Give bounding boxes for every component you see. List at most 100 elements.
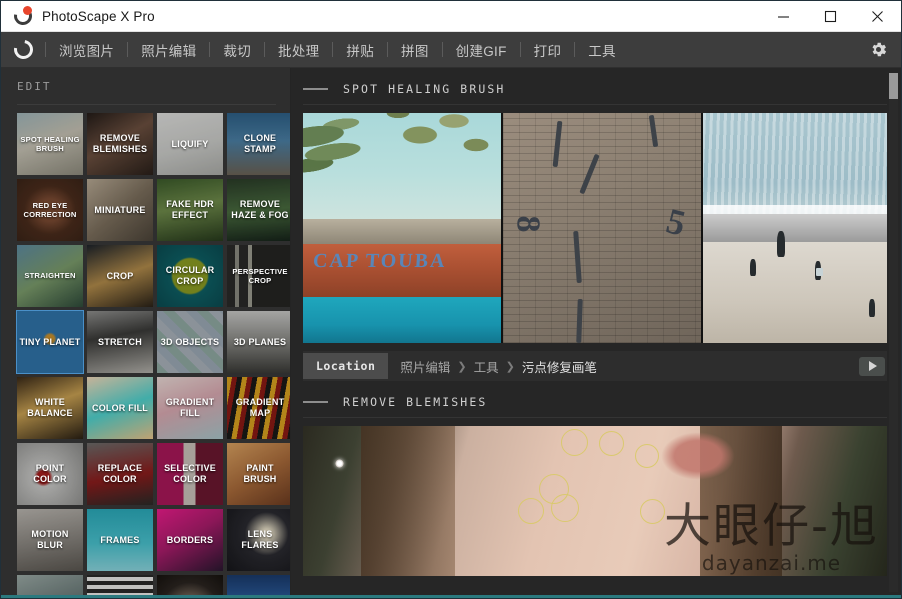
tool-tile-liquify[interactable]: LIQUIFY — [157, 113, 223, 175]
tool-tile-motion-blur[interactable]: MOTION BLUR — [17, 509, 83, 571]
blemish-marker — [635, 444, 659, 468]
tool-tile-tiny-planet[interactable]: TINY PLANET — [16, 310, 84, 374]
section-header-spot-healing: SPOT HEALING BRUSH — [291, 68, 901, 104]
tile-label: MINIATURE — [94, 204, 146, 215]
tool-tile-3d-objects[interactable]: 3D OBJECTS — [157, 311, 223, 373]
photo-remove-blemishes[interactable]: 大眼仔-旭 dayanzai.me — [303, 426, 887, 576]
tool-tile-color-fill[interactable]: COLOR FILL — [87, 377, 153, 439]
tile-label: MOTION BLUR — [31, 529, 69, 550]
sidebar-header: EDIT — [1, 68, 290, 101]
tool-tile-point-color[interactable]: POINT COLOR — [17, 443, 83, 505]
main-content-panel: SPOT HEALING BRUSH CAP TOUBA 8 5 Locatio… — [291, 68, 901, 595]
photo-wall-text: CAP TOUBA — [312, 250, 448, 273]
lens-logo-icon[interactable] — [10, 36, 37, 63]
tile-overlay — [227, 575, 290, 595]
tool-tile-paint-brush[interactable]: PAINT BRUSH — [227, 443, 290, 505]
tool-tile-miniature[interactable]: MINIATURE — [87, 179, 153, 241]
tile-label: CIRCULAR CROP — [165, 265, 215, 286]
blemish-marker — [551, 494, 579, 522]
tool-tile-clone-stamp[interactable]: CLONE STAMP — [227, 113, 290, 175]
tool-tile-fake-hdr-effect[interactable]: FAKE HDR EFFECT — [157, 179, 223, 241]
close-icon[interactable] — [854, 1, 901, 32]
tool-tile-spot-healing-brush[interactable]: SPOT HEALING BRUSH — [17, 113, 83, 175]
tile-label: FAKE HDR EFFECT — [166, 199, 214, 220]
minimize-icon[interactable] — [760, 1, 807, 32]
menu-item-print[interactable]: 打印 — [523, 36, 573, 64]
tile-label: STRAIGHTEN — [24, 271, 76, 281]
tile-label: PERSPECTIVE CROP — [232, 266, 288, 286]
menu-divider — [574, 42, 576, 57]
tile-label: POINT COLOR — [33, 463, 67, 484]
tool-tile-crop[interactable]: CROP — [87, 245, 153, 307]
menu-divider — [332, 42, 334, 57]
menu-item-editor[interactable]: 照片编辑 — [130, 36, 207, 64]
tool-tile-scatter[interactable]: SCATTER — [157, 575, 223, 595]
tile-overlay — [157, 575, 223, 595]
tile-label: CLONE STAMP — [243, 133, 277, 154]
maximize-icon[interactable] — [807, 1, 854, 32]
tile-label: STRETCH — [98, 336, 142, 347]
tool-tile-frames[interactable]: FRAMES — [87, 509, 153, 571]
menu-item-batch[interactable]: 批处理 — [267, 36, 330, 64]
tool-tile-gradient-fill[interactable]: GRADIENT FILL — [157, 377, 223, 439]
tool-tile-mosaic[interactable]: MOSAIC — [17, 575, 83, 595]
photo-beach[interactable] — [703, 113, 887, 343]
status-edge — [1, 595, 901, 598]
gear-icon[interactable] — [869, 40, 888, 59]
tile-label: REMOVE HAZE & FOG — [231, 199, 289, 220]
menu-item-tools[interactable]: 工具 — [577, 36, 627, 64]
section-divider — [303, 104, 887, 105]
tool-tile-draw[interactable]: DRAW — [87, 575, 153, 595]
tile-label: SPOT HEALING BRUSH — [20, 134, 80, 154]
tool-tile-remove-blemishes[interactable]: REMOVE BLEMISHES — [87, 113, 153, 175]
tile-label: LENS FLARES — [241, 529, 279, 550]
tile-label: 3D PLANES — [233, 336, 287, 347]
main-scrollbar[interactable] — [889, 73, 898, 592]
tool-tile-object-mask[interactable]: OBJECT MASK — [227, 575, 290, 595]
tool-tile-selective-color[interactable]: SELECTIVE COLOR — [157, 443, 223, 505]
play-icon[interactable] — [859, 356, 885, 376]
photo-pool-cap-touba[interactable]: CAP TOUBA — [303, 113, 501, 343]
camera-lens-icon — [10, 3, 36, 29]
tool-tile-perspective-crop[interactable]: PERSPECTIVE CROP — [227, 245, 290, 307]
menu-item-create-gif[interactable]: 创建GIF — [445, 36, 518, 64]
photo-brick-clock[interactable]: 8 5 — [503, 113, 701, 343]
window-title: PhotoScape X Pro — [42, 8, 155, 24]
menu-item-browse[interactable]: 浏览图片 — [48, 36, 125, 64]
tool-tile-grid: SPOT HEALING BRUSH REMOVE BLEMISHES LIQUIF… — [1, 105, 290, 595]
section-title: SPOT HEALING BRUSH — [343, 82, 506, 96]
menu-item-combine[interactable]: 拼图 — [390, 36, 440, 64]
sidebar-title: EDIT — [17, 80, 52, 93]
menu-divider — [45, 42, 46, 57]
tile-label: LIQUIFY — [171, 138, 209, 149]
window-controls — [760, 1, 901, 32]
tool-tile-3d-planes[interactable]: 3D PLANES — [227, 311, 290, 373]
tool-tile-borders[interactable]: BORDERS — [157, 509, 223, 571]
menu-item-collage[interactable]: 拼贴 — [335, 36, 385, 64]
section-dash — [303, 88, 328, 90]
menu-divider — [441, 42, 443, 57]
tile-label: CROP — [106, 270, 134, 281]
menu-item-cut[interactable]: 裁切 — [212, 36, 262, 64]
breadcrumb-item-current: 污点修复画笔 — [521, 360, 597, 375]
tool-tile-straighten[interactable]: STRAIGHTEN — [17, 245, 83, 307]
photo-row-spot-healing: CAP TOUBA 8 5 — [303, 113, 887, 343]
clock-number-8: 8 — [509, 215, 547, 233]
tool-tile-stretch[interactable]: STRETCH — [87, 311, 153, 373]
tool-tile-replace-color[interactable]: REPLACE COLOR — [87, 443, 153, 505]
blemish-marker — [599, 431, 624, 456]
breadcrumb-separator: ❯ — [457, 360, 467, 373]
tool-tile-white-balance[interactable]: WHITE BALANCE — [17, 377, 83, 439]
breadcrumb-item-1[interactable]: 照片编辑 — [400, 357, 450, 376]
section-title: REMOVE BLEMISHES — [343, 395, 488, 409]
main-scrollbar-thumb[interactable] — [889, 73, 898, 99]
tile-overlay — [87, 575, 153, 595]
tile-label: SELECTIVE COLOR — [164, 463, 216, 484]
tile-label: BORDERS — [166, 534, 214, 545]
tool-tile-red-eye-correction[interactable]: RED EYE CORRECTION — [17, 179, 83, 241]
tool-tile-lens-flares[interactable]: LENS FLARES — [227, 509, 290, 571]
breadcrumb-item-2[interactable]: 工具 — [474, 357, 499, 376]
tool-tile-circular-crop[interactable]: CIRCULAR CROP — [157, 245, 223, 307]
tool-tile-remove-haze-fog[interactable]: REMOVE HAZE & FOG — [227, 179, 290, 241]
tool-tile-gradient-map[interactable]: GRADIENT MAP — [227, 377, 290, 439]
